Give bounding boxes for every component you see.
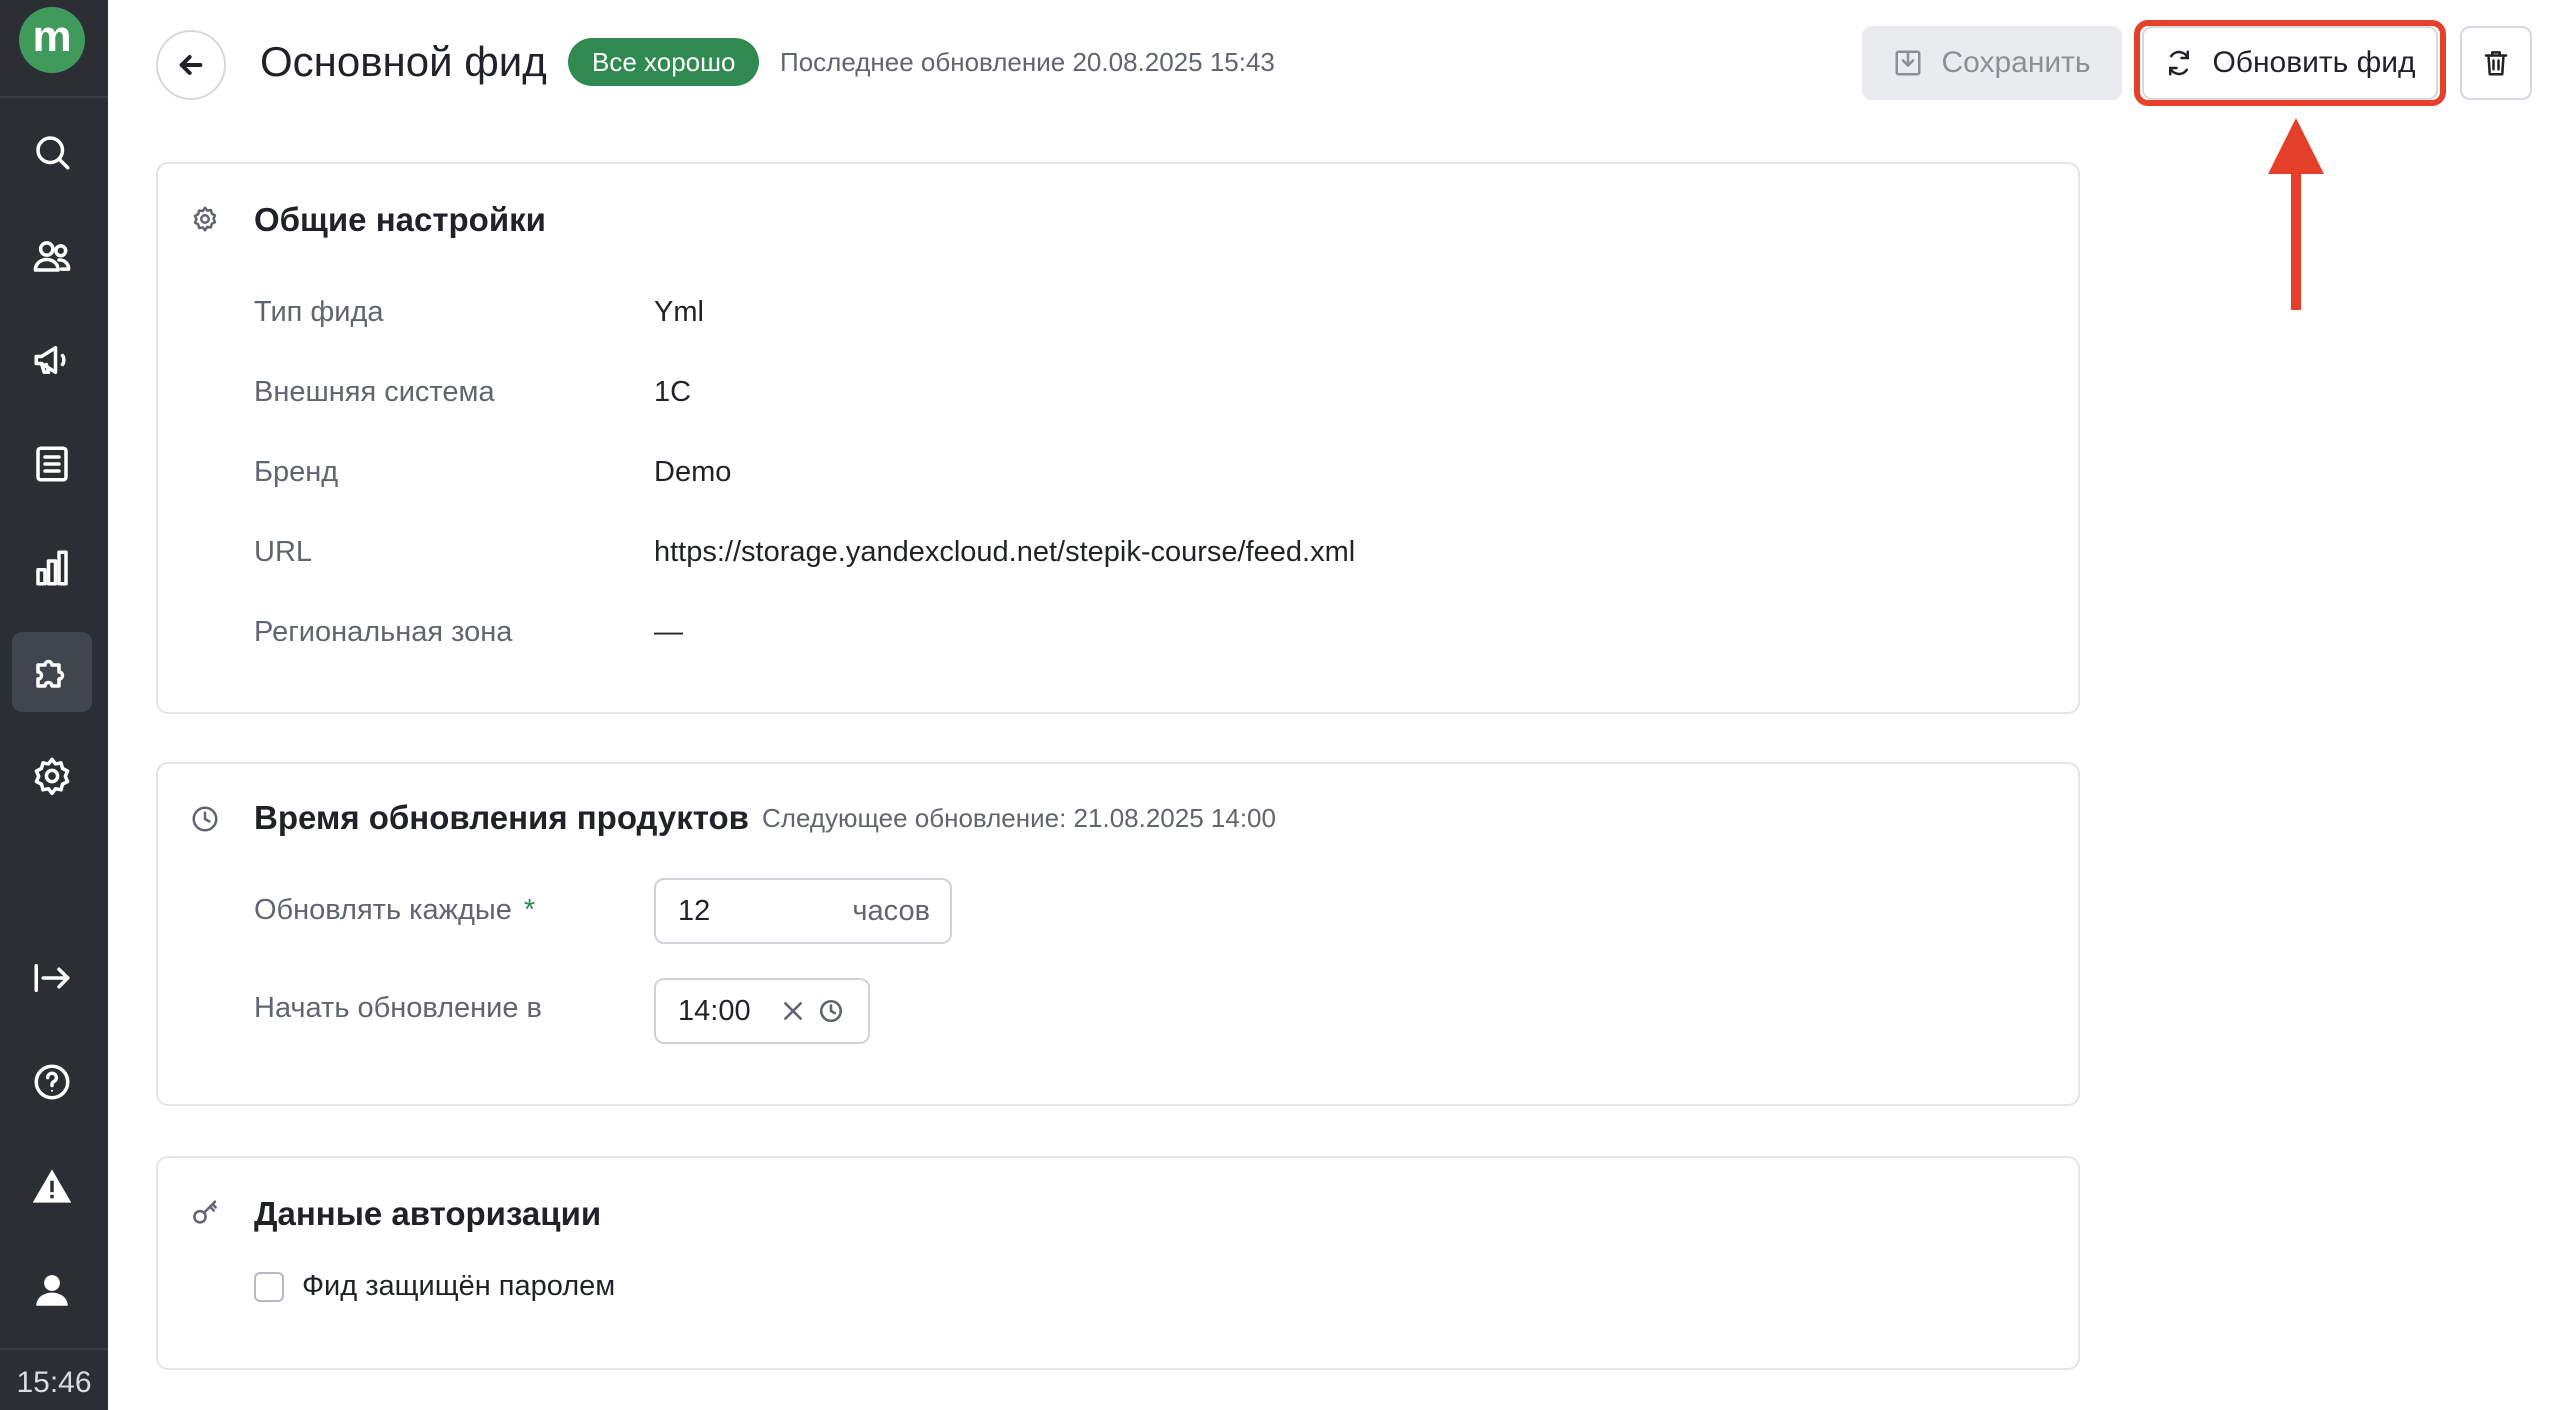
- start-time-row: Начать обновление в: [254, 986, 1954, 1030]
- start-time-picker[interactable]: 14:00: [654, 978, 870, 1044]
- sidebar-item-alerts[interactable]: [12, 1146, 92, 1226]
- time-picker-icon[interactable]: [818, 998, 844, 1024]
- external-system-label: Внешняя система: [254, 376, 495, 408]
- clock-icon: [819, 999, 843, 1023]
- search-icon: [36, 136, 70, 170]
- close-icon: [784, 1002, 802, 1020]
- update-schedule-card: Время обновления продуктов Следующее обн…: [156, 762, 2080, 1106]
- save-button[interactable]: Сохранить: [1862, 26, 2122, 100]
- feed-type-value: Yml: [654, 296, 704, 328]
- sidebar-item-help[interactable]: [12, 1042, 92, 1122]
- clear-icon[interactable]: [780, 998, 806, 1024]
- url-value: https://storage.yandexcloud.net/stepik-c…: [654, 536, 1356, 568]
- key-icon: [193, 1200, 217, 1224]
- clock-icon: [192, 806, 218, 832]
- sidebar-item-users[interactable]: [12, 216, 92, 296]
- save-icon: [1895, 50, 1921, 76]
- sidebar-item-reports[interactable]: [12, 424, 92, 504]
- auth-section-icon: [190, 1198, 220, 1228]
- back-button[interactable]: [156, 30, 226, 100]
- annotation-arrow: [2268, 118, 2324, 310]
- user-icon: [36, 1275, 68, 1306]
- schedule-section-icon: [190, 804, 220, 834]
- password-protected-checkbox[interactable]: [254, 1272, 284, 1302]
- feed-type-row: Тип фида Yml: [254, 290, 1954, 334]
- sidebar-item-logout[interactable]: [12, 938, 92, 1018]
- sidebar-divider: [0, 1348, 108, 1350]
- sidebar-item-integrations[interactable]: [12, 632, 92, 712]
- users-icon: [33, 241, 71, 272]
- arrow-left-icon: [179, 55, 203, 75]
- update-interval-input[interactable]: 12 часов: [654, 878, 952, 944]
- app-logo[interactable]: m: [19, 7, 85, 73]
- megaphone-icon: [34, 346, 66, 374]
- general-settings-title: Общие настройки: [254, 201, 546, 238]
- sidebar-item-search[interactable]: [12, 112, 92, 192]
- update-interval-unit: часов: [852, 895, 930, 927]
- list-icon: [36, 446, 68, 482]
- sidebar-item-settings[interactable]: [12, 736, 92, 816]
- external-system-value: 1С: [654, 376, 692, 408]
- highlight-frame: [2134, 20, 2446, 106]
- start-time-label: Начать обновление в: [254, 992, 542, 1024]
- puzzle-icon: [36, 659, 65, 688]
- region-zone-label: Региональная зона: [254, 616, 513, 648]
- gear-icon: [193, 206, 217, 232]
- warning-icon: [32, 1169, 72, 1203]
- url-row: URL https://storage.yandexcloud.net/step…: [254, 530, 1954, 574]
- next-update-text: Следующее обновление: 21.08.2025 14:00: [762, 803, 1276, 833]
- url-label: URL: [254, 536, 313, 568]
- status-badge: Все хорошо: [568, 38, 760, 86]
- required-mark: *: [523, 894, 536, 926]
- save-button-label: Сохранить: [1941, 46, 2091, 79]
- update-interval-row: Обновлять каждые *: [254, 888, 1954, 932]
- update-interval-label: Обновлять каждые *: [254, 888, 535, 932]
- sidebar-item-profile[interactable]: [12, 1250, 92, 1330]
- auth-data-card: Данные авторизации Фид защищён паролем: [156, 1156, 2080, 1370]
- brand-row: Бренд Demo: [254, 450, 1954, 494]
- start-time-value: 14:00: [678, 995, 751, 1027]
- clock-time: 15:46: [16, 1366, 92, 1399]
- last-update-text: Последнее обновление 20.08.2025 15:43: [780, 47, 1275, 77]
- sidebar: m 15:46: [0, 0, 108, 1410]
- sidebar-item-campaigns[interactable]: [12, 320, 92, 400]
- auth-data-title: Данные авторизации: [254, 1195, 602, 1232]
- page-title: Основной фид: [260, 38, 547, 85]
- update-schedule-title: Время обновления продуктов: [254, 799, 749, 836]
- feed-type-label: Тип фида: [254, 296, 384, 328]
- logout-icon: [34, 964, 70, 992]
- settings-section-icon: [190, 204, 220, 234]
- password-protected-label[interactable]: Фид защищён паролем: [302, 1264, 615, 1308]
- delete-button[interactable]: [2460, 26, 2532, 100]
- brand-value: Demo: [654, 456, 732, 488]
- update-interval-value: 12: [678, 895, 711, 927]
- region-zone-value: —: [654, 616, 683, 648]
- brand-label: Бренд: [254, 456, 339, 488]
- sidebar-divider: [0, 96, 108, 98]
- general-settings-card: Общие настройки Тип фида Yml Внешняя сис…: [156, 162, 2080, 714]
- help-icon: [34, 1064, 70, 1100]
- bar-chart-icon: [36, 550, 68, 586]
- gear-icon: [34, 757, 70, 796]
- region-zone-row: Региональная зона —: [254, 610, 1954, 654]
- trash-icon: [2484, 51, 2508, 76]
- update-interval-label-text: Обновлять каждые: [254, 894, 512, 926]
- external-system-row: Внешняя система 1С: [254, 370, 1954, 414]
- sidebar-item-analytics[interactable]: [12, 528, 92, 608]
